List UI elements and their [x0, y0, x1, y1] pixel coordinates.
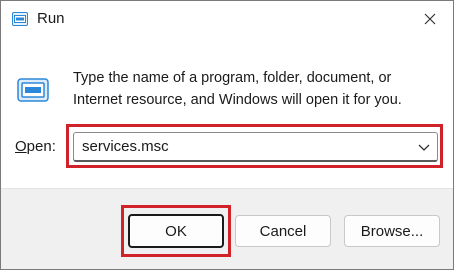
browse-button[interactable]: Browse...	[344, 215, 440, 247]
open-input-value[interactable]: services.msc	[82, 138, 169, 155]
title-bar: Run	[1, 1, 453, 37]
description-line-1: Type the name of a program, folder, docu…	[73, 70, 392, 86]
window-title: Run	[37, 10, 65, 27]
ok-button[interactable]: OK	[128, 214, 224, 248]
open-label-rest: pen:	[26, 138, 56, 155]
open-label-accelerator: O	[15, 138, 27, 155]
chevron-down-icon[interactable]	[417, 141, 431, 153]
run-icon	[12, 12, 28, 26]
run-program-icon	[17, 78, 49, 102]
close-icon	[424, 13, 436, 25]
description-text: Type the name of a program, folder, docu…	[73, 67, 443, 111]
description-line-2: Internet resource, and Windows will open…	[73, 92, 402, 108]
open-label: Open:	[15, 138, 56, 155]
open-combobox[interactable]: services.msc	[73, 132, 438, 162]
close-button[interactable]	[415, 7, 445, 31]
cancel-button[interactable]: Cancel	[235, 215, 331, 247]
run-dialog: Run Type the name of a program, folder, …	[0, 0, 454, 270]
